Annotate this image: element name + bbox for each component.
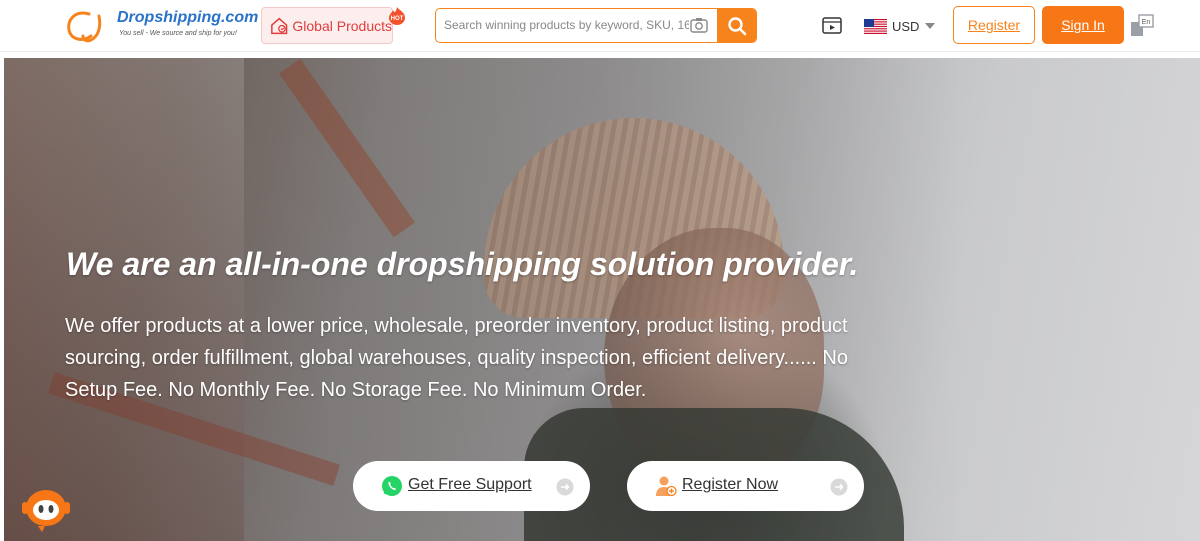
hero-banner: We are an all-in-one dropshipping soluti…: [4, 58, 1200, 541]
hero-title: We are an all-in-one dropshipping soluti…: [66, 246, 859, 282]
arrow-right-icon: [556, 478, 574, 496]
currency-label: USD: [892, 18, 920, 34]
top-header: Dropshipping.com You sell - We source an…: [0, 0, 1200, 52]
get-free-support-button[interactable]: Get Free Support: [353, 461, 590, 511]
register-button[interactable]: Register: [953, 6, 1035, 44]
register-now-button[interactable]: Register Now: [627, 461, 864, 511]
svg-text:En: En: [1142, 19, 1151, 26]
hero-overlay: [4, 58, 1200, 541]
us-flag-icon: [864, 18, 887, 34]
house-icon: [271, 17, 288, 34]
global-products-button[interactable]: Global Products HOT: [261, 7, 405, 44]
camera-icon[interactable]: [689, 16, 709, 34]
search-icon: [727, 16, 746, 35]
user-register-icon: [656, 476, 677, 497]
site-logo[interactable]: Dropshipping.com You sell - We source an…: [65, 6, 259, 46]
whatsapp-icon: [382, 476, 402, 496]
search-button[interactable]: [717, 9, 756, 42]
svg-text:HOT: HOT: [391, 16, 404, 22]
arrow-right-icon: [830, 478, 848, 496]
search-input[interactable]: [444, 9, 689, 41]
robot-chat-icon[interactable]: [18, 486, 74, 534]
chevron-down-icon: [925, 23, 936, 29]
search-bar: [435, 8, 757, 43]
hero-description: We offer products at a lower price, whol…: [65, 315, 848, 401]
logo-name: Dropshipping.com: [117, 9, 259, 26]
logo-mark-icon: [67, 11, 102, 43]
language-icon[interactable]: En: [1130, 14, 1154, 38]
get-free-support-label: Get Free Support: [408, 476, 532, 493]
register-now-label: Register Now: [682, 476, 779, 493]
video-icon[interactable]: [822, 15, 842, 35]
hot-badge: HOT: [389, 7, 405, 25]
logo-tagline: You sell - We source and ship for you!: [119, 30, 237, 37]
currency-selector[interactable]: USD: [864, 16, 936, 36]
global-products-label: Global Products: [292, 17, 392, 34]
sign-in-button[interactable]: Sign In: [1042, 6, 1124, 44]
